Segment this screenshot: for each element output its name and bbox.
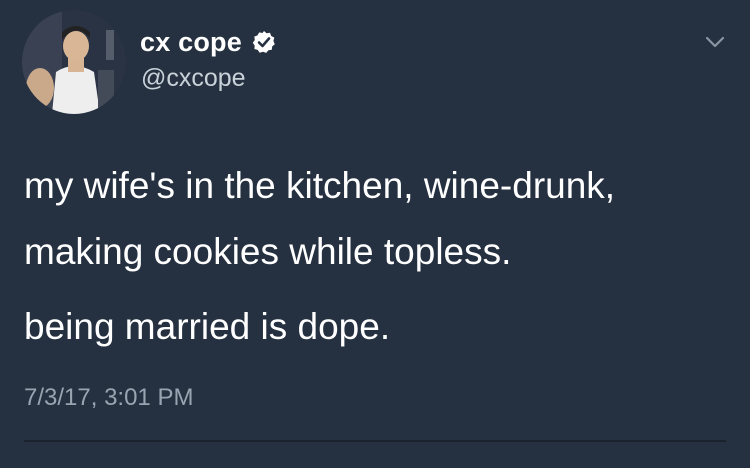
- tweet-text-line: being married is dope.: [24, 306, 391, 347]
- tweet-text-line: my wife's in the kitchen, wine-drunk,: [24, 165, 616, 206]
- display-name-row: cx cope: [140, 26, 276, 58]
- divider: [24, 440, 726, 442]
- tweet-card: cx cope @cxcope my wife's in the kitchen…: [0, 0, 750, 468]
- chevron-down-icon[interactable]: [704, 34, 726, 50]
- verified-badge-icon: [252, 30, 276, 54]
- tweet-timestamp[interactable]: 7/3/17, 3:01 PM: [24, 383, 193, 413]
- tweet-text-line: making cookies while topless.: [24, 231, 512, 272]
- avatar-photo: [22, 10, 126, 114]
- display-name[interactable]: cx cope: [140, 26, 242, 58]
- user-handle[interactable]: @cxcope: [141, 63, 246, 93]
- avatar[interactable]: [22, 10, 126, 114]
